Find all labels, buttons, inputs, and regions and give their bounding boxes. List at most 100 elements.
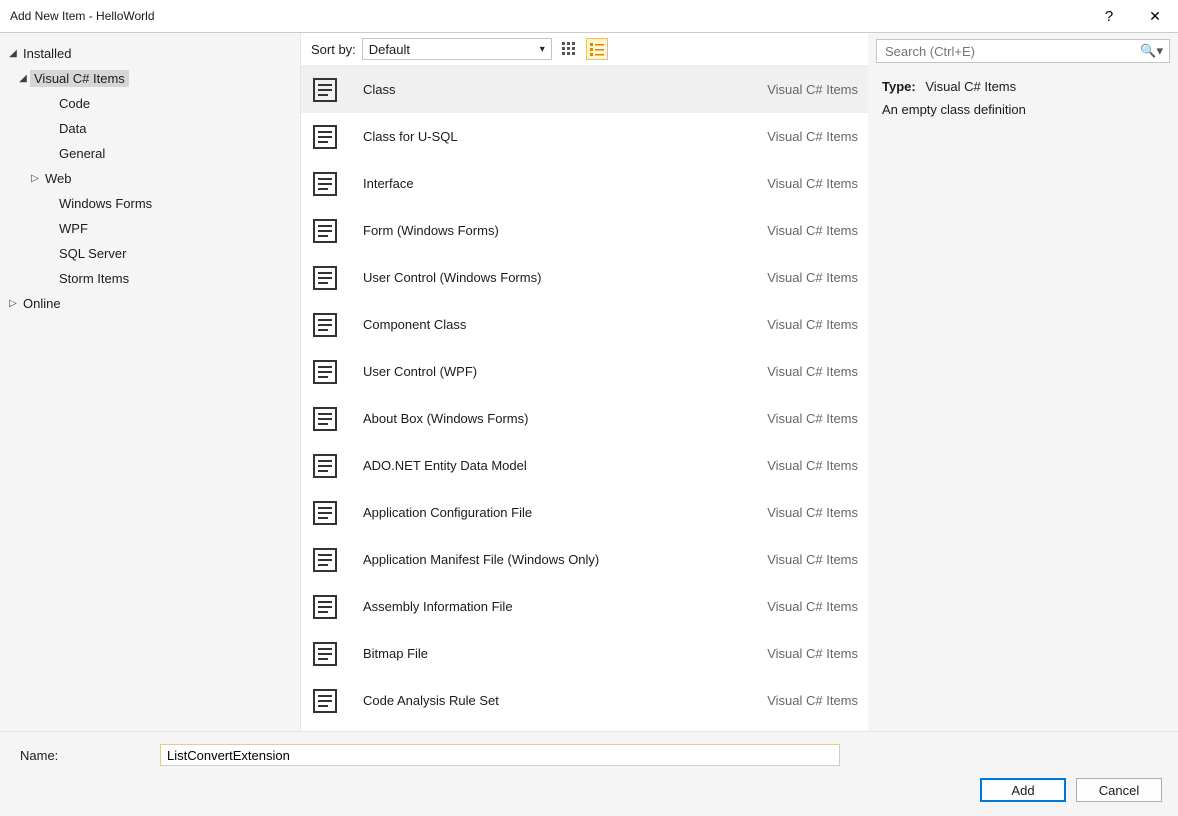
tree-label: Storm Items	[56, 271, 129, 286]
tree-item-general[interactable]: General	[0, 141, 300, 166]
item-icon	[309, 74, 341, 106]
template-icon	[311, 311, 339, 339]
sort-value: Default	[369, 42, 410, 57]
tree-online[interactable]: ▷ Online	[0, 291, 300, 316]
details-panel: 🔍▾ Type: Visual C# Items An empty class …	[868, 33, 1178, 731]
tree-installed[interactable]: ◢ Installed	[0, 41, 300, 66]
tree-label: WPF	[56, 221, 88, 236]
type-value: Visual C# Items	[925, 79, 1016, 94]
template-list[interactable]: Class Visual C# Items Class for U-SQLVisua…	[301, 66, 868, 731]
view-icons-button[interactable]	[558, 38, 580, 60]
grid-icon	[562, 42, 576, 56]
tree-item-windows-forms[interactable]: Windows Forms	[0, 191, 300, 216]
template-panel: Sort by: Default ▾ Class	[300, 33, 868, 731]
help-button[interactable]: ?	[1086, 0, 1132, 32]
item-icon	[309, 309, 341, 341]
item-icon	[309, 168, 341, 200]
item-category: Visual C# Items	[767, 505, 858, 520]
item-icon	[309, 638, 341, 670]
template-item[interactable]: Assembly Information FileVisual C# Items	[301, 583, 868, 630]
item-name: User Control (Windows Forms)	[353, 270, 755, 285]
template-item[interactable]: Interface Visual C# Items	[301, 160, 868, 207]
template-item[interactable]: User Control (Windows Forms)Visual C# It…	[301, 254, 868, 301]
search-box[interactable]: 🔍▾	[876, 39, 1170, 63]
titlebar: Add New Item - HelloWorld ? ✕	[0, 0, 1178, 32]
item-icon	[309, 544, 341, 576]
template-item[interactable]: Form (Windows Forms) Visual C# Items	[301, 207, 868, 254]
tree-label: Data	[56, 121, 86, 136]
tree-item-data[interactable]: Data	[0, 116, 300, 141]
item-category: Visual C# Items	[767, 411, 858, 426]
sort-label: Sort by:	[311, 42, 356, 57]
template-icon	[311, 687, 339, 715]
template-icon	[311, 593, 339, 621]
item-name: Class	[353, 82, 755, 97]
template-icon	[311, 264, 339, 292]
template-icon	[311, 452, 339, 480]
template-item[interactable]: Class Visual C# Items	[301, 66, 868, 113]
tree-item-storm-items[interactable]: Storm Items	[0, 266, 300, 291]
template-item[interactable]: Application Manifest File (Windows Only)…	[301, 536, 868, 583]
template-icon	[311, 170, 339, 198]
tree-item-sql-server[interactable]: SQL Server	[0, 241, 300, 266]
name-label: Name:	[20, 748, 160, 763]
item-category: Visual C# Items	[767, 693, 858, 708]
item-category: Visual C# Items	[767, 646, 858, 661]
item-name: Form (Windows Forms)	[353, 223, 755, 238]
item-category: Visual C# Items	[767, 176, 858, 191]
type-line: Type: Visual C# Items	[882, 79, 1164, 94]
list-icon	[590, 42, 604, 56]
chevron-right-icon: ▷	[28, 173, 42, 184]
item-icon	[309, 121, 341, 153]
search-input[interactable]	[883, 43, 1140, 60]
search-icon: 🔍▾	[1140, 43, 1163, 59]
tree-item-wpf[interactable]: WPF	[0, 216, 300, 241]
item-name: Application Configuration File	[353, 505, 755, 520]
item-category: Visual C# Items	[767, 223, 858, 238]
template-icon	[311, 76, 339, 104]
name-input[interactable]	[160, 744, 840, 766]
category-tree: ◢ Installed ◢ Visual C# Items Code Data Ge…	[0, 33, 300, 731]
template-item[interactable]: Component Class Visual C# Items	[301, 301, 868, 348]
template-item[interactable]: Bitmap File Visual C# Items	[301, 630, 868, 677]
item-name: Bitmap File	[353, 646, 755, 661]
item-icon	[309, 262, 341, 294]
template-item[interactable]: About Box (Windows Forms) Visual C# Items	[301, 395, 868, 442]
item-category: Visual C# Items	[767, 317, 858, 332]
template-header: Sort by: Default ▾	[301, 33, 868, 66]
template-item[interactable]: Application Configuration File Visual C# …	[301, 489, 868, 536]
tree-item-code[interactable]: Code	[0, 91, 300, 116]
tree-label: SQL Server	[56, 246, 126, 261]
template-icon	[311, 123, 339, 151]
item-icon	[309, 356, 341, 388]
template-item[interactable]: Class for U-SQLVisual C# Items	[301, 113, 868, 160]
template-icon	[311, 358, 339, 386]
tree-label: Installed	[20, 46, 71, 61]
item-name: Component Class	[353, 317, 755, 332]
template-icon	[311, 640, 339, 668]
sort-dropdown[interactable]: Default ▾	[362, 38, 552, 60]
tree-visual-csharp-items[interactable]: ◢ Visual C# Items	[0, 66, 300, 91]
item-category: Visual C# Items	[767, 599, 858, 614]
tree-item-web[interactable]: ▷Web	[0, 166, 300, 191]
close-button[interactable]: ✕	[1132, 0, 1178, 32]
item-category: Visual C# Items	[767, 82, 858, 97]
type-label: Type:	[882, 79, 916, 94]
main-area: ◢ Installed ◢ Visual C# Items Code Data Ge…	[0, 32, 1178, 731]
item-name: Interface	[353, 176, 755, 191]
template-item[interactable]: User Control (WPF)Visual C# Items	[301, 348, 868, 395]
add-button[interactable]: Add	[980, 778, 1066, 802]
template-item[interactable]: Code Analysis Rule SetVisual C# Items	[301, 677, 868, 724]
item-icon	[309, 685, 341, 717]
item-name: About Box (Windows Forms)	[353, 411, 755, 426]
item-icon	[309, 403, 341, 435]
bottom-bar: Name: Add Cancel	[0, 731, 1178, 816]
template-icon	[311, 499, 339, 527]
tree-label: Visual C# Items	[30, 70, 129, 87]
template-item[interactable]: ADO.NET Entity Data ModelVisual C# Items	[301, 442, 868, 489]
cancel-button[interactable]: Cancel	[1076, 778, 1162, 802]
item-category: Visual C# Items	[767, 364, 858, 379]
tree-label: Online	[20, 296, 61, 311]
view-list-button[interactable]	[586, 38, 608, 60]
tree-label: Web	[42, 171, 72, 186]
